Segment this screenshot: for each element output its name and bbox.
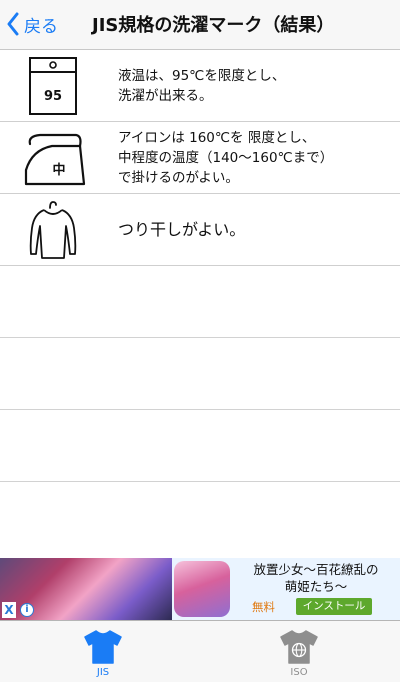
ad-install-button[interactable]: インストール: [296, 598, 372, 615]
ad-banner[interactable]: 放置少女〜百花繚乱の 萌姫たち〜 無料 インストール X i: [0, 558, 400, 620]
ad-close-icon[interactable]: X: [2, 602, 16, 618]
chevron-left-icon: [7, 12, 19, 36]
page-title: JIS規格の洗濯マーク（結果）: [92, 15, 335, 36]
symbol-description: 液温は、95℃を限度とし、 洗濯が出来る。: [118, 68, 286, 104]
washtub-temperature: 95: [44, 89, 62, 104]
back-button-label: 戻る: [24, 16, 58, 37]
empty-row: [0, 338, 400, 410]
shirt-icon: [83, 629, 123, 667]
iron-temperature-level: 中: [52, 162, 65, 178]
tab-iso[interactable]: ISO: [239, 621, 359, 682]
empty-row: [0, 266, 400, 338]
ad-app-icon[interactable]: [174, 561, 230, 617]
symbol-list: 95 液温は、95℃を限度とし、 洗濯が出来る。 中 アイロンは 160℃を 限…: [0, 50, 400, 482]
tab-label: JIS: [96, 667, 110, 678]
tab-label: ISO: [290, 667, 308, 678]
tab-jis[interactable]: JIS: [43, 621, 163, 682]
ad-price: 無料: [252, 600, 275, 614]
list-item: つり干しがよい。: [0, 194, 400, 266]
shirt-globe-icon: [279, 629, 319, 667]
navigation-bar: 戻る JIS規格の洗濯マーク（結果）: [0, 0, 400, 50]
hang-dry-shirt-icon: [18, 194, 88, 266]
tab-bar: JIS ISO: [0, 620, 400, 682]
empty-row: [0, 410, 400, 482]
back-button[interactable]: 戻る: [6, 9, 58, 39]
list-item: 95 液温は、95℃を限度とし、 洗濯が出来る。: [0, 50, 400, 122]
ad-info-icon[interactable]: i: [20, 603, 34, 617]
ad-title[interactable]: 放置少女〜百花繚乱の 萌姫たち〜: [236, 561, 396, 595]
list-item: 中 アイロンは 160℃を 限度とし、 中程度の温度（140〜160℃まで） で…: [0, 122, 400, 194]
symbol-description: つり干しがよい。: [118, 220, 246, 239]
washtub-icon: 95: [18, 50, 88, 122]
symbol-description: アイロンは 160℃を 限度とし、 中程度の温度（140〜160℃まで） で掛け…: [118, 130, 334, 186]
iron-icon: 中: [18, 122, 88, 194]
